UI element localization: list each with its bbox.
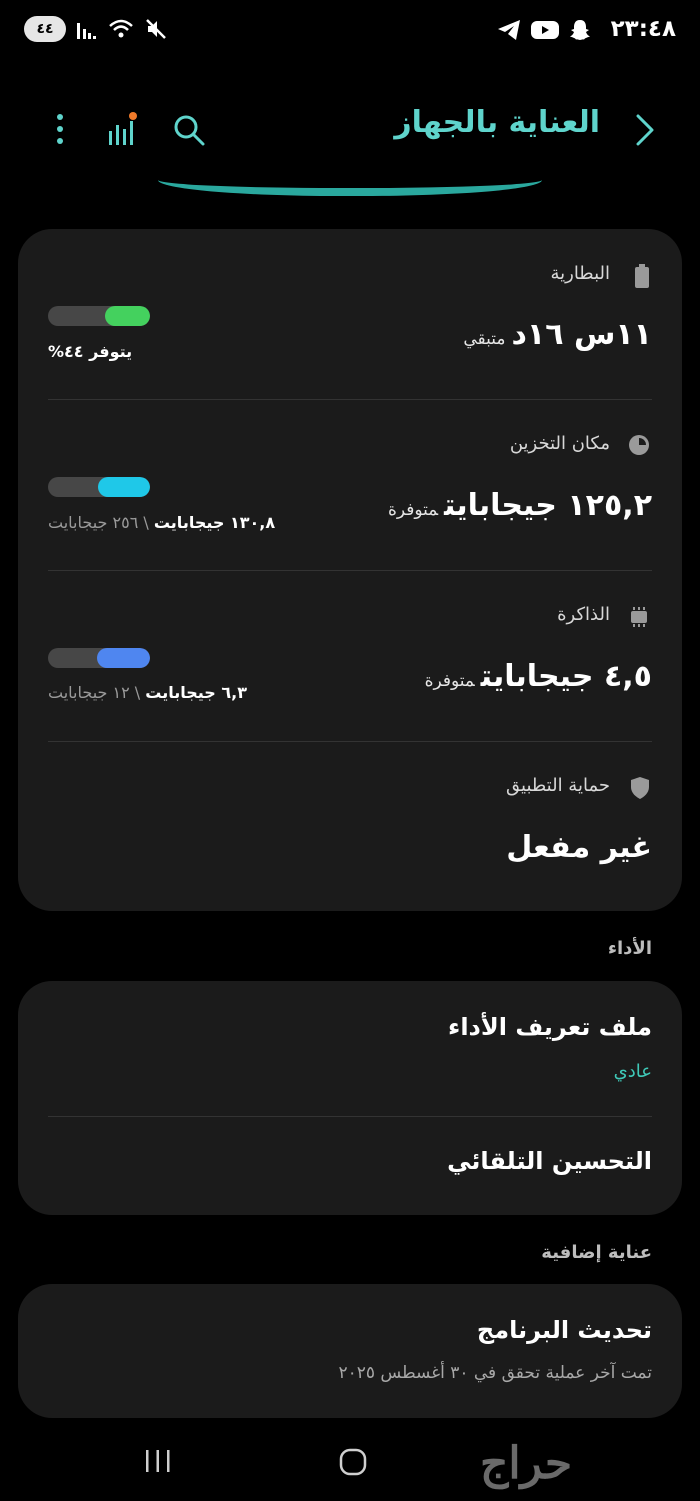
- wifi-icon: [109, 19, 133, 38]
- signal-icon: [77, 23, 96, 39]
- software-update-subtitle: تمت آخر عملية تحقق في ٣٠ أغسطس ٢٠٢٥: [338, 1363, 652, 1383]
- battery-value: ١١س ١٦دمتبقي: [463, 317, 652, 352]
- status-bar: ٢٣:٤٨ ٤٤: [0, 0, 700, 62]
- app-protection-section[interactable]: حماية التطبيق غير مفعل: [18, 742, 682, 911]
- performance-group-title: الأداء: [607, 938, 652, 959]
- auto-optimize-row[interactable]: التحسين التلقائي: [18, 1117, 682, 1215]
- navigation-bar: حراج: [0, 1420, 700, 1501]
- recents-icon[interactable]: [144, 1448, 172, 1474]
- battery-bar: [48, 306, 150, 326]
- diagnostics-icon[interactable]: [106, 111, 140, 147]
- telegram-icon: [498, 20, 520, 40]
- battery-label: البطارية: [550, 263, 610, 284]
- device-status-card: البطارية ١١س ١٦دمتبقي يتوفر ٤٤% مكان الت…: [18, 229, 682, 911]
- software-update-title: تحديث البرنامج: [476, 1316, 652, 1344]
- shield-icon: [631, 777, 649, 799]
- memory-used: ٦,٣ جيجابايت: [145, 683, 248, 702]
- system-icons: ٤٤: [24, 16, 168, 42]
- battery-icon: [635, 264, 649, 288]
- storage-label: مكان التخزين: [509, 433, 610, 454]
- more-options-icon[interactable]: [54, 112, 66, 146]
- battery-section[interactable]: البطارية ١١س ١٦دمتبقي يتوفر ٤٤%: [18, 229, 682, 399]
- storage-bar-fill: [97, 477, 150, 497]
- storage-suffix: متوفرة: [387, 500, 439, 520]
- app-protection-value: غير مفعل: [506, 830, 652, 865]
- storage-available: ١٢٥,٢ جيجابايت: [444, 488, 652, 523]
- memory-available: ٤,٥ جيجابايت: [480, 659, 652, 694]
- memory-caption: ٦,٣ جيجابايت \ ١٢ جيجابايت: [48, 683, 247, 702]
- status-time: ٢٣:٤٨: [610, 16, 676, 42]
- snapchat-icon: [570, 20, 590, 40]
- storage-caption: ١٣٠,٨ جيجابايت \ ٢٥٦ جيجابايت: [48, 513, 275, 532]
- memory-total: \ ١٢ جيجابايت: [48, 683, 141, 702]
- page-title: العناية بالجهاز: [394, 105, 600, 140]
- youtube-icon: [531, 21, 559, 39]
- storage-bar: [48, 477, 150, 497]
- auto-optimize-title: التحسين التلقائي: [447, 1147, 652, 1175]
- home-icon[interactable]: [338, 1447, 368, 1477]
- performance-card: ملف تعريف الأداء عادي التحسين التلقائي: [18, 981, 682, 1215]
- battery-icon: ٤٤: [24, 16, 66, 42]
- software-update-row[interactable]: تحديث البرنامج تمت آخر عملية تحقق في ٣٠ …: [18, 1284, 682, 1418]
- battery-time-remaining: ١١س ١٦د: [511, 317, 653, 352]
- memory-chip-icon: [631, 607, 647, 627]
- storage-section[interactable]: مكان التخزين ١٢٥,٢ جيجابايتمتوفرة ١٣٠,٨ …: [18, 400, 682, 570]
- memory-label: الذاكرة: [557, 604, 610, 625]
- app-protection-label: حماية التطبيق: [506, 775, 610, 796]
- performance-profile-row[interactable]: ملف تعريف الأداء عادي: [18, 981, 682, 1116]
- extra-care-group-title: عناية إضافية: [541, 1242, 652, 1263]
- battery-caption: يتوفر ٤٤%: [48, 342, 133, 361]
- memory-value: ٤,٥ جيجابايتمتوفرة: [425, 659, 652, 694]
- app-header: العناية بالجهاز: [0, 95, 700, 165]
- memory-bar: [48, 648, 150, 668]
- battery-suffix: متبقي: [463, 329, 506, 349]
- back-chevron-icon[interactable]: [634, 113, 656, 147]
- memory-bar-fill: [96, 648, 150, 668]
- battery-bar-fill: [105, 306, 150, 326]
- extra-care-card: تحديث البرنامج تمت آخر عملية تحقق في ٣٠ …: [18, 1284, 682, 1418]
- mute-icon: [146, 19, 166, 39]
- storage-pie-icon: [629, 435, 649, 455]
- memory-section[interactable]: الذاكرة ٤,٥ جيجابايتمتوفرة ٦,٣ جيجابايت …: [18, 571, 682, 741]
- watermark-logo: حراج: [480, 1438, 573, 1489]
- storage-total: \ ٢٥٦ جيجابايت: [48, 513, 149, 532]
- search-icon[interactable]: [172, 113, 206, 147]
- storage-used: ١٣٠,٨ جيجابايت: [153, 513, 276, 532]
- notification-icons: [496, 18, 592, 42]
- performance-profile-value: عادي: [613, 1061, 652, 1082]
- score-gauge-edge: [158, 180, 542, 196]
- memory-suffix: متوفرة: [424, 671, 475, 691]
- storage-value: ١٢٥,٢ جيجابايتمتوفرة: [388, 488, 652, 523]
- performance-profile-title: ملف تعريف الأداء: [448, 1013, 652, 1041]
